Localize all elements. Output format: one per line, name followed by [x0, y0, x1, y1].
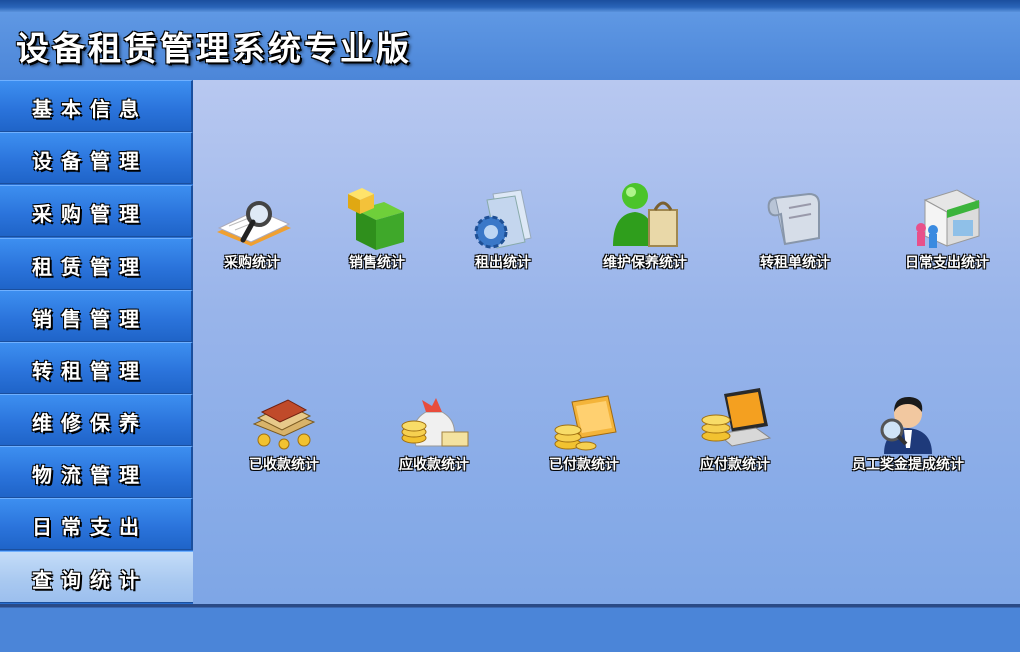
sidebar-item-label: 采购管理: [32, 202, 148, 226]
tool-label: 租出统计: [475, 255, 531, 271]
sidebar-item-label: 设备管理: [32, 149, 148, 173]
tool-label: 销售统计: [349, 255, 405, 271]
coins-card-icon: [554, 395, 617, 451]
tool-label: 已付款统计: [549, 457, 619, 473]
employee-search-icon: [880, 396, 932, 454]
sidebar-item-equipment[interactable]: 设备管理: [0, 132, 193, 184]
paper-roll-icon: [767, 192, 820, 246]
tool-label: 员工奖金提成统计: [852, 457, 964, 473]
sales-stats-button[interactable]: 销售统计: [338, 180, 416, 272]
sidebar-item-maintenance[interactable]: 维修保养: [0, 394, 193, 446]
sidebar-item-logistics[interactable]: 物流管理: [0, 446, 193, 498]
daily-expense-stats-button[interactable]: 日常支出统计: [895, 180, 999, 272]
window-top-border: [0, 0, 1020, 12]
sidebar-item-purchase[interactable]: 采购管理: [0, 185, 193, 237]
received-payment-stats-button[interactable]: 已收款统计: [239, 396, 329, 474]
sidebar-item-label: 租赁管理: [32, 255, 148, 279]
sidebar-item-daily-expense[interactable]: 日常支出: [0, 498, 193, 550]
sidebar: 基本信息 设备管理 采购管理 租赁管理 销售管理 转租管理 维修保养 物流管理 …: [0, 80, 193, 604]
coins-laptop-icon: [701, 388, 772, 447]
app-title: 设备租赁管理系统专业版: [16, 29, 412, 68]
status-bar: [0, 604, 1020, 652]
sidebar-item-query-stats[interactable]: 查询统计: [0, 551, 193, 603]
sublease-stats-button[interactable]: 转租单统计: [755, 188, 835, 272]
gear-folder-icon: [474, 189, 532, 249]
sidebar-item-rental[interactable]: 租赁管理: [0, 238, 193, 290]
sidebar-item-label: 查询统计: [32, 568, 148, 592]
magnifier-notebook-icon: [217, 201, 291, 246]
tool-label: 日常支出统计: [905, 255, 989, 271]
sidebar-item-label: 物流管理: [32, 463, 148, 487]
tool-label: 维护保养统计: [603, 255, 687, 271]
tool-label: 应付款统计: [700, 457, 770, 473]
sidebar-item-label: 转租管理: [32, 359, 148, 383]
user-shopping-bag-icon: [613, 183, 678, 247]
sidebar-item-sales[interactable]: 销售管理: [0, 290, 193, 342]
tool-label: 转租单统计: [760, 255, 830, 271]
paid-stats-button[interactable]: 已付款统计: [539, 392, 629, 474]
money-bag-icon: [401, 398, 469, 447]
sidebar-item-label: 销售管理: [32, 307, 148, 331]
sidebar-item-label: 维修保养: [32, 411, 148, 435]
tool-label: 应收款统计: [399, 457, 469, 473]
app-header: 设备租赁管理系统专业版: [0, 12, 1020, 80]
purchase-stats-button[interactable]: 采购统计: [213, 188, 291, 272]
sidebar-item-basic-info[interactable]: 基本信息: [0, 80, 193, 132]
employee-bonus-stats-button[interactable]: 员工奖金提成统计: [841, 392, 975, 474]
money-bundle-icon: [252, 399, 316, 450]
main-panel: 采购统计 销售统计 租出统计 维护保养统计 转租单统计 日常支出统计 已收款统计…: [193, 80, 1020, 604]
receivable-stats-button[interactable]: 应收款统计: [389, 392, 479, 474]
rental-out-stats-button[interactable]: 租出统计: [464, 188, 542, 272]
sidebar-item-sublease[interactable]: 转租管理: [0, 342, 193, 394]
maintenance-stats-button[interactable]: 维护保养统计: [595, 180, 695, 272]
sidebar-item-label: 日常支出: [32, 515, 148, 539]
green-boxes-icon: [348, 188, 404, 250]
tool-label: 采购统计: [224, 255, 280, 271]
tool-label: 已收款统计: [249, 457, 319, 473]
payable-stats-button[interactable]: 应付款统计: [690, 386, 780, 474]
sidebar-item-label: 基本信息: [32, 97, 148, 121]
shop-icon: [916, 189, 981, 248]
